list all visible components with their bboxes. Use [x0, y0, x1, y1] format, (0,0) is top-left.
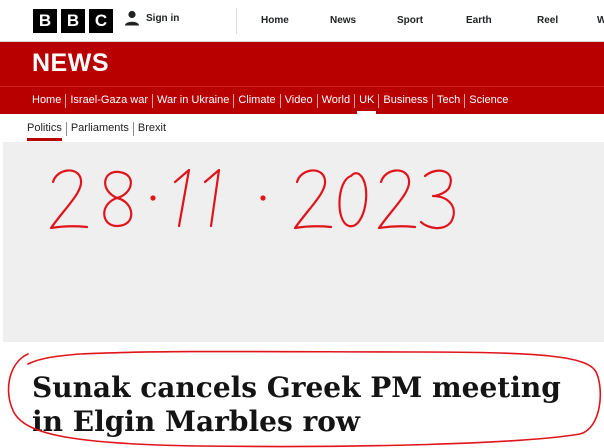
topnav-more[interactable]: W [597, 0, 604, 42]
bbc-logo[interactable]: B B C [33, 9, 113, 33]
handwritten-circle-annotation [7, 350, 602, 448]
subnav-climate[interactable]: Climate [234, 87, 279, 114]
secnav-brexit[interactable]: Brexit [134, 118, 170, 140]
secnav-parliaments[interactable]: Parliaments [67, 118, 133, 140]
logo-letter: C [89, 9, 113, 33]
subnav-home[interactable]: Home [32, 87, 65, 114]
section-nav: Politics Parliaments Brexit [27, 117, 170, 141]
topnav-reel[interactable]: Reel [537, 0, 558, 42]
subnav-war-in-ukraine[interactable]: War in Ukraine [153, 87, 233, 114]
handwritten-date-annotation [49, 168, 455, 230]
signin-button[interactable]: Sign in [124, 10, 179, 26]
masthead: B B C Sign in Home News Sport Earth Reel… [0, 0, 604, 42]
subnav-business[interactable]: Business [379, 87, 432, 114]
subnav-world[interactable]: World [318, 87, 355, 114]
user-icon [125, 10, 139, 26]
subnav-uk[interactable]: UK [355, 87, 378, 114]
topnav-earth[interactable]: Earth [466, 0, 492, 42]
masthead-divider [236, 8, 237, 34]
topnav-home[interactable]: Home [261, 0, 289, 42]
news-subnav: Home Israel-Gaza war War in Ukraine Clim… [32, 87, 512, 114]
secnav-politics[interactable]: Politics [27, 118, 66, 141]
subnav-video[interactable]: Video [281, 87, 317, 114]
subnav-science[interactable]: Science [465, 87, 512, 114]
signin-label: Sign in [146, 12, 180, 24]
topnav-sport[interactable]: Sport [397, 0, 423, 42]
topnav-news[interactable]: News [330, 0, 356, 42]
subnav-israel-gaza-war[interactable]: Israel-Gaza war [66, 87, 152, 114]
subnav-tech[interactable]: Tech [433, 87, 464, 114]
logo-letter: B [61, 9, 85, 33]
news-title[interactable]: NEWS [32, 49, 109, 78]
logo-letter: B [33, 9, 57, 33]
